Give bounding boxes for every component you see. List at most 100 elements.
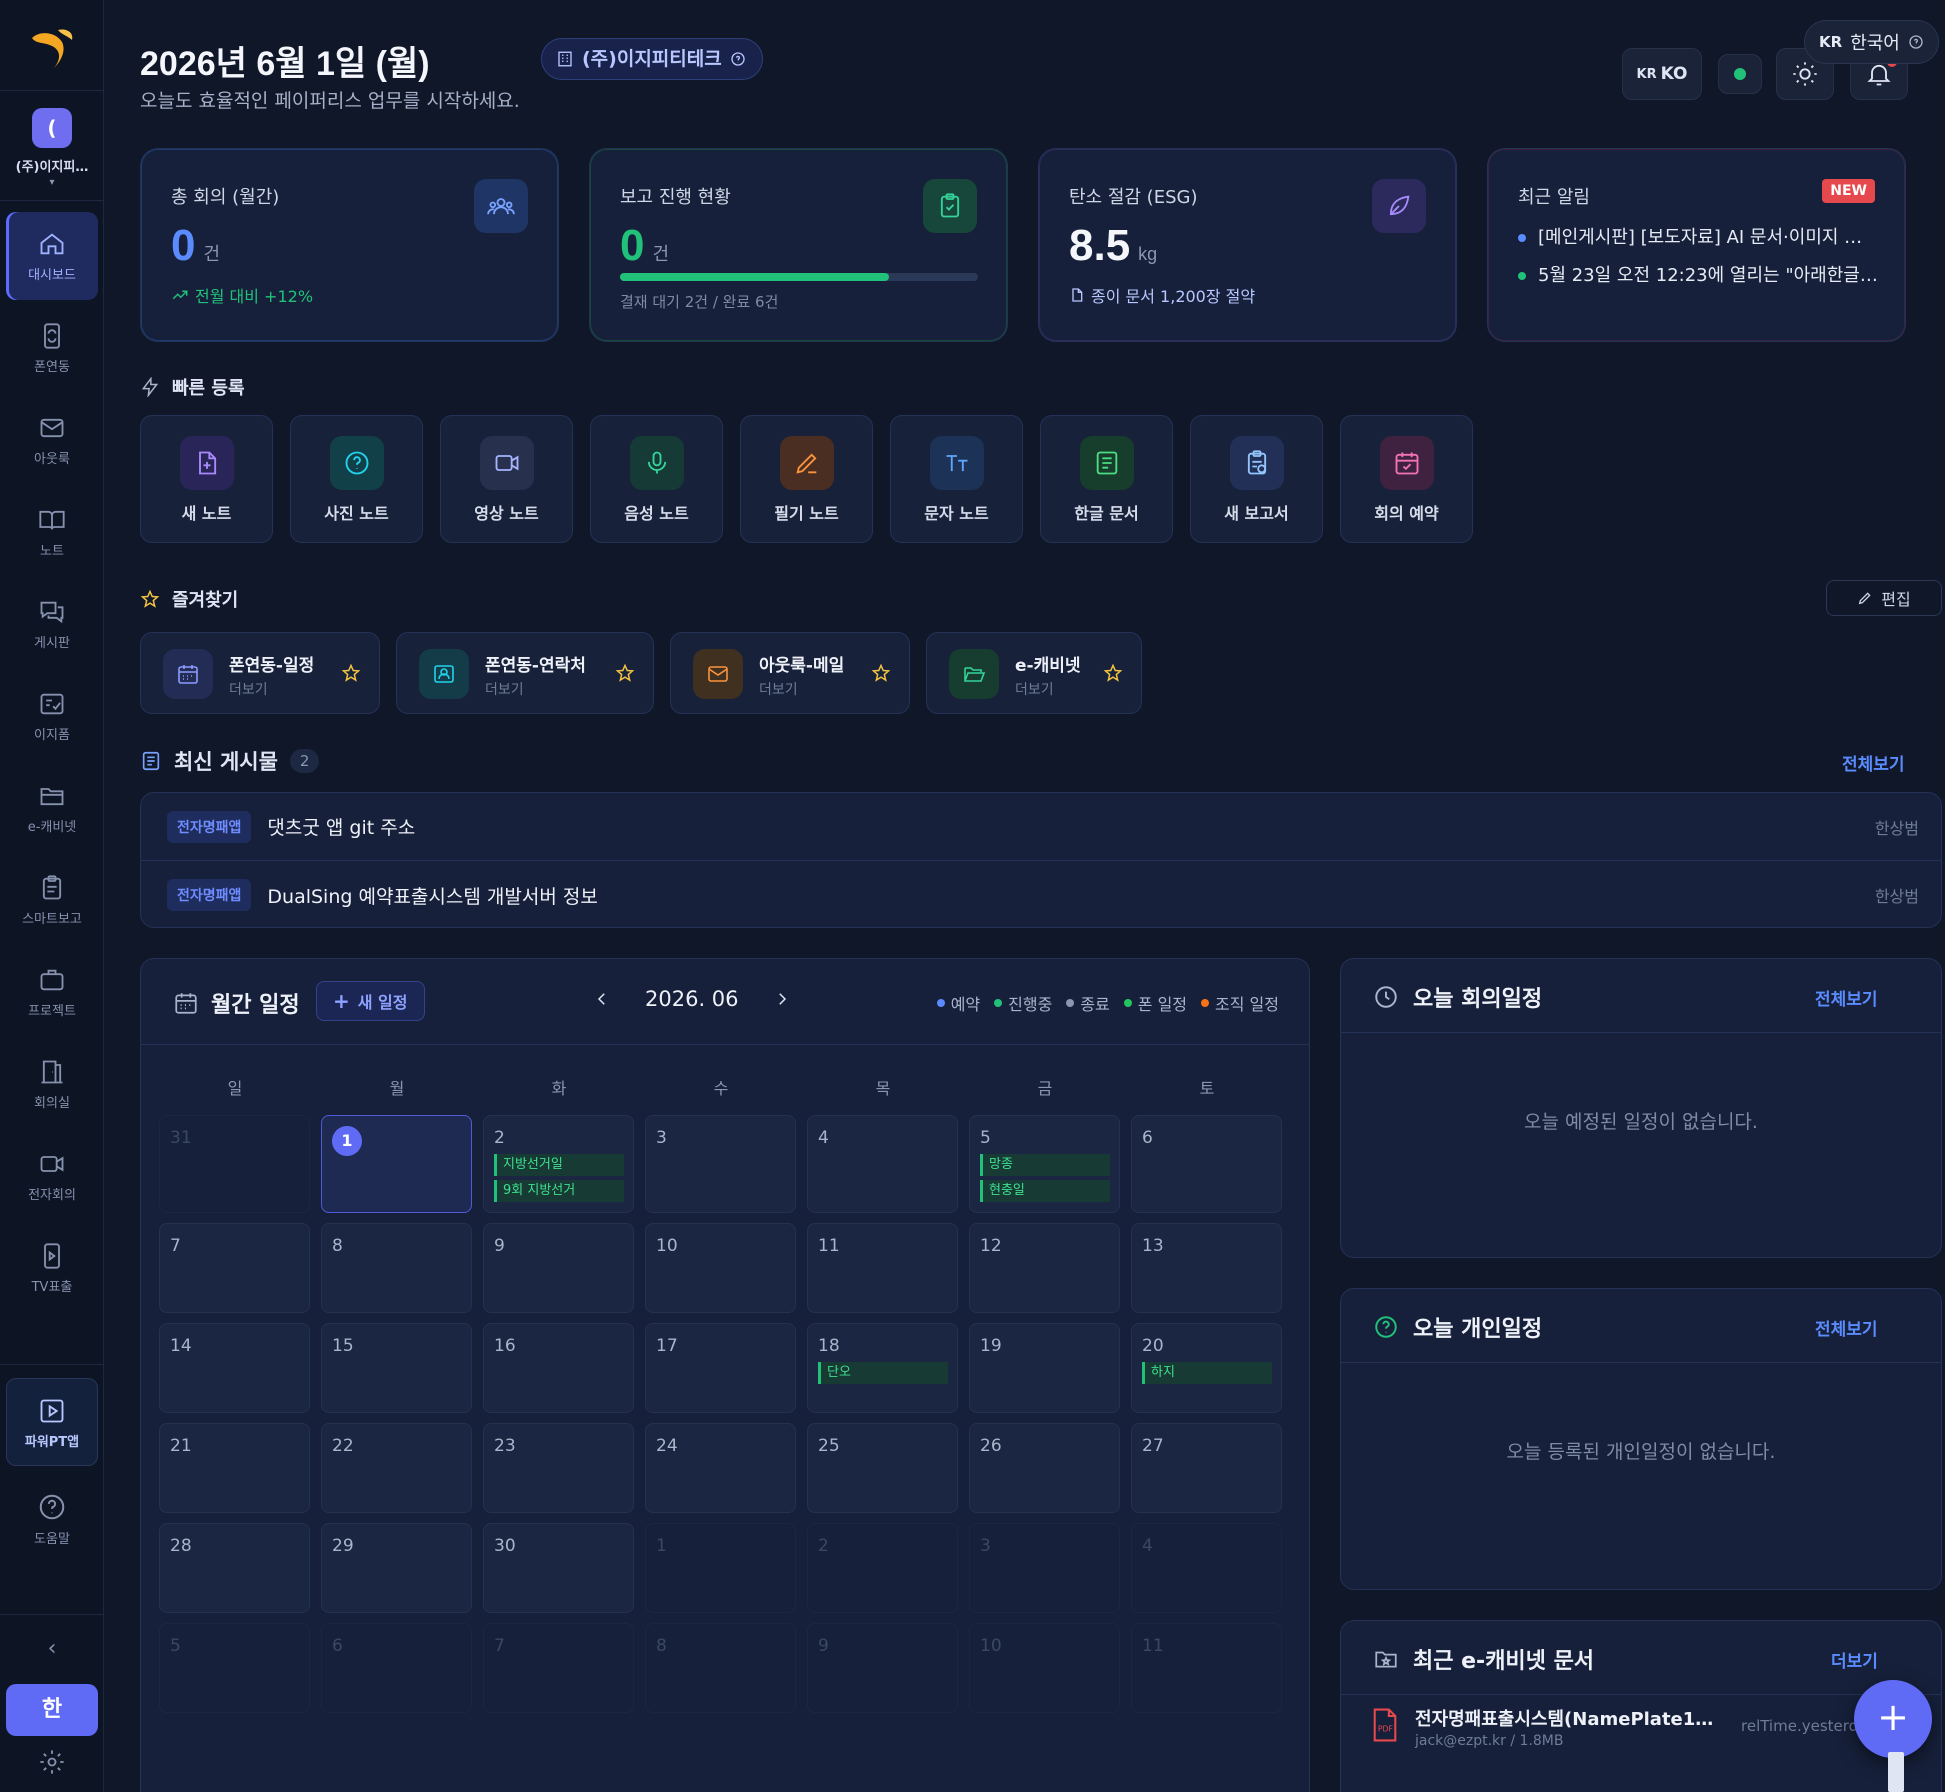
calendar-day[interactable]: 23: [483, 1423, 634, 1513]
sidebar-item-project[interactable]: 프로젝트: [6, 948, 98, 1036]
favorite-item[interactable]: 폰연동-일정 더보기: [140, 632, 380, 714]
company-chip[interactable]: (주)이지피티테크: [541, 38, 763, 80]
calendar-day[interactable]: 5 망종 현충일: [969, 1115, 1120, 1213]
sidebar-item-label: 게시판: [34, 636, 70, 651]
app-logo[interactable]: [22, 20, 82, 80]
calendar-day[interactable]: 1: [321, 1115, 472, 1213]
calendar-day[interactable]: 26: [969, 1423, 1120, 1513]
calendar-day[interactable]: 9: [483, 1223, 634, 1313]
alert-item[interactable]: 5월 23일 오전 12:23에 열리는 "아래한글 …: [1518, 261, 1878, 287]
calendar-day[interactable]: 4: [807, 1115, 958, 1213]
sidebar-item-powerpt[interactable]: 파워PT앱: [6, 1378, 98, 1466]
calendar-day[interactable]: 16: [483, 1323, 634, 1413]
calendar-day[interactable]: 29: [321, 1523, 472, 1613]
status-indicator[interactable]: [1718, 54, 1762, 94]
calendar-day[interactable]: 10: [645, 1223, 796, 1313]
sidebar-item-smart-report[interactable]: 스마트보고: [6, 856, 98, 944]
post-row[interactable]: 전자명패앱 DualSing 예약표출시스템 개발서버 정보 한상범: [141, 861, 1941, 929]
calendar-event[interactable]: 단오: [818, 1362, 948, 1384]
calendar-event[interactable]: 현충일: [980, 1180, 1110, 1202]
calendar-day[interactable]: 24: [645, 1423, 796, 1513]
alert-item[interactable]: [메인게시판] [보도자료] AI 문서·이미지 제…: [1518, 223, 1878, 249]
calendar-day: 10: [969, 1623, 1120, 1713]
mail-icon: [40, 418, 64, 438]
quick-tile[interactable]: 회의 예약: [1340, 415, 1473, 543]
chevron-right-icon[interactable]: [773, 990, 791, 1008]
chevron-left-icon[interactable]: [593, 990, 611, 1008]
calendar-day[interactable]: 18 단오: [807, 1323, 958, 1413]
personal-view-all-link[interactable]: 전체보기: [1815, 1315, 1878, 1340]
star-icon[interactable]: [1103, 663, 1123, 683]
sidebar-item-e-meeting[interactable]: 전자회의: [6, 1132, 98, 1220]
quick-tile[interactable]: 문자 노트: [890, 415, 1023, 543]
carbon-card[interactable]: 탄소 절감 (ESG) 8.5 kg 종이 문서 1,200장 절약: [1038, 148, 1457, 342]
calendar-day[interactable]: 3: [645, 1115, 796, 1213]
calendar-event[interactable]: 하지: [1142, 1362, 1272, 1384]
calendar-day[interactable]: 20 하지: [1131, 1323, 1282, 1413]
sidebar-item-phone-sync[interactable]: 폰연동: [6, 304, 98, 392]
gear-icon[interactable]: [38, 1748, 66, 1776]
calendar-day[interactable]: 17: [645, 1323, 796, 1413]
quick-tile[interactable]: 사진 노트: [290, 415, 423, 543]
favorite-item[interactable]: 아웃룩-메일 더보기: [670, 632, 910, 714]
sidebar-item-notes[interactable]: 노트: [6, 488, 98, 576]
calendar-day[interactable]: 7: [159, 1223, 310, 1313]
favorite-item[interactable]: 폰연동-연락처 더보기: [396, 632, 654, 714]
sidebar-item-outlook[interactable]: 아웃룩: [6, 396, 98, 484]
calendar-day[interactable]: 6: [1131, 1115, 1282, 1213]
language-button[interactable]: KR KO: [1622, 48, 1702, 100]
calendar-day[interactable]: 19: [969, 1323, 1120, 1413]
sidebar-item-meeting-room[interactable]: 회의실: [6, 1040, 98, 1128]
calendar-day[interactable]: 21: [159, 1423, 310, 1513]
quick-tile[interactable]: 한글 문서: [1040, 415, 1173, 543]
edit-favorites-button[interactable]: 편집: [1826, 580, 1942, 616]
calendar-day[interactable]: 25: [807, 1423, 958, 1513]
post-row[interactable]: 전자명패앱 댓츠굿 앱 git 주소 한상범: [141, 793, 1941, 861]
org-switcher[interactable]: ( (주)이지피… ▾: [0, 108, 104, 188]
quick-tile[interactable]: 음성 노트: [590, 415, 723, 543]
add-fab-button[interactable]: +: [1854, 1680, 1932, 1758]
reports-card[interactable]: 보고 진행 현황 0건 결재 대기 2건 / 완료 6건: [589, 148, 1008, 342]
alerts-card[interactable]: 최근 알림 NEW [메인게시판] [보도자료] AI 문서·이미지 제… 5월…: [1487, 148, 1906, 342]
sidebar-item-tv-display[interactable]: TV표출: [6, 1224, 98, 1312]
contact-icon: [419, 649, 469, 699]
star-icon[interactable]: [871, 663, 891, 683]
quick-tile[interactable]: 새 보고서: [1190, 415, 1323, 543]
calendar-day[interactable]: 13: [1131, 1223, 1282, 1313]
quick-tile[interactable]: 새 노트: [140, 415, 273, 543]
chevron-down-icon: ▾: [49, 177, 55, 188]
star-icon[interactable]: [615, 663, 635, 683]
quick-tile[interactable]: 필기 노트: [740, 415, 873, 543]
scroll-handle[interactable]: [1888, 1752, 1904, 1792]
calendar-day[interactable]: 15: [321, 1323, 472, 1413]
calendar-event[interactable]: 지방선거일: [494, 1154, 624, 1176]
calendar-event[interactable]: 망종: [980, 1154, 1110, 1176]
sidebar-item-ecabinet[interactable]: e-캐비넷: [6, 764, 98, 852]
calendar-day[interactable]: 28: [159, 1523, 310, 1613]
calendar-day[interactable]: 30: [483, 1523, 634, 1613]
calendar-day[interactable]: 27: [1131, 1423, 1282, 1513]
sidebar-item-ezform[interactable]: 이지폼: [6, 672, 98, 760]
docs-more-link[interactable]: 더보기: [1831, 1647, 1878, 1672]
calendar-event[interactable]: 9회 지방선거: [494, 1180, 624, 1202]
star-icon[interactable]: [341, 663, 361, 683]
new-event-button[interactable]: + 새 일정: [316, 981, 425, 1021]
sidebar-item-board[interactable]: 게시판: [6, 580, 98, 668]
day-number: 10: [656, 1236, 678, 1256]
hangul-app-button[interactable]: 한: [6, 1684, 98, 1736]
calendar-day[interactable]: 12: [969, 1223, 1120, 1313]
meetings-view-all-link[interactable]: 전체보기: [1815, 985, 1878, 1010]
collapse-sidebar-button[interactable]: ‹: [6, 1626, 98, 1672]
posts-view-all-link[interactable]: 전체보기: [1842, 750, 1905, 775]
calendar-day[interactable]: 11: [807, 1223, 958, 1313]
calendar-day[interactable]: 22: [321, 1423, 472, 1513]
meetings-card[interactable]: 총 회의 (월간) 0건 전월 대비 +12%: [140, 148, 559, 342]
calendar-day[interactable]: 2 지방선거일 9회 지방선거: [483, 1115, 634, 1213]
calendar-day[interactable]: 8: [321, 1223, 472, 1313]
sidebar-item-help[interactable]: 도움말: [6, 1474, 98, 1562]
sidebar-item-dashboard[interactable]: 대시보드: [6, 212, 98, 300]
language-selector[interactable]: KR 한국어: [1804, 20, 1939, 64]
favorite-item[interactable]: e-캐비넷 더보기: [926, 632, 1142, 714]
quick-tile[interactable]: 영상 노트: [440, 415, 573, 543]
calendar-day[interactable]: 14: [159, 1323, 310, 1413]
